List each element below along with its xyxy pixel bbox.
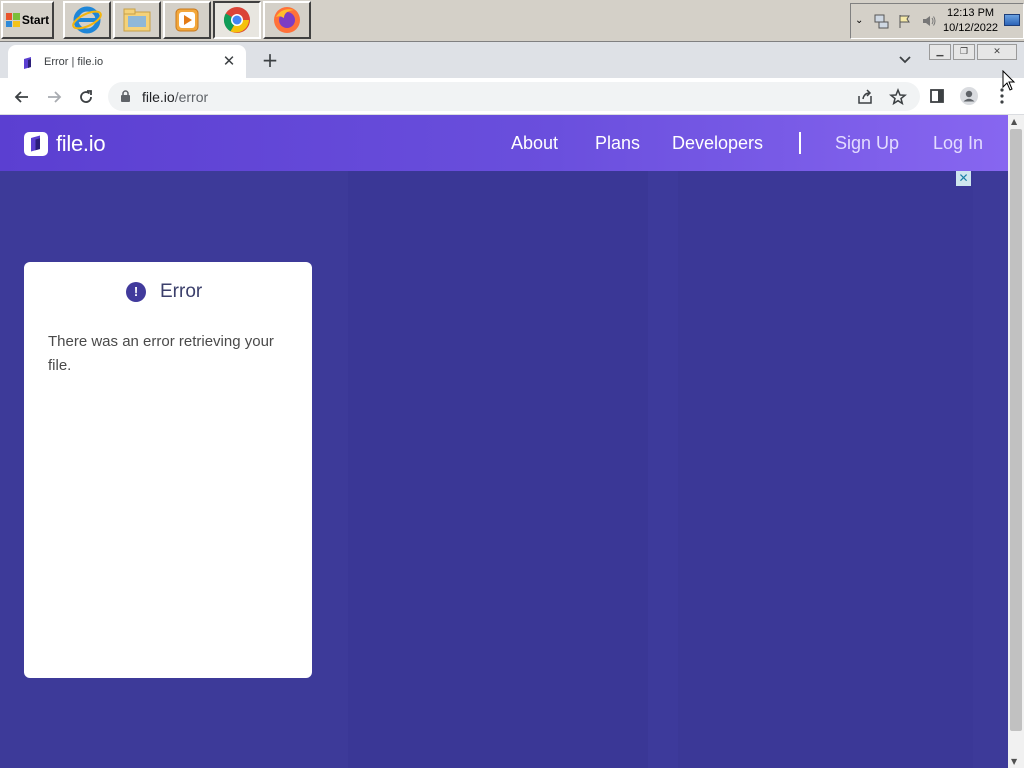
tab-close-icon[interactable]: ✕ [220,52,238,70]
error-card: ! Error There was an error retrieving yo… [24,262,312,678]
taskbar-firefox[interactable] [263,1,311,39]
taskbar-file-explorer[interactable] [113,1,161,39]
scroll-down-arrow-icon[interactable]: ▼ [1011,757,1017,766]
back-arrow-icon [14,91,28,103]
nav-plans-link[interactable]: Plans [595,133,640,154]
tab-active[interactable]: Error | file.io ✕ [8,45,246,78]
logo-text: file.io [56,131,106,156]
error-message: There was an error retrieving your file. [48,333,274,374]
ad-panel-background [348,171,648,768]
site-header: file.io About Plans Developers Sign Up L… [0,115,1008,171]
share-icon[interactable] [856,88,874,106]
volume-icon[interactable] [921,13,937,29]
new-tab-button[interactable]: + [259,50,281,72]
tab-title: Error | file.io [44,56,104,68]
scrollbar-thumb[interactable] [1010,129,1022,731]
scroll-up-arrow-icon[interactable]: ▲ [1011,117,1017,126]
media-player-icon [175,8,199,32]
error-title: Error [160,281,203,302]
nav-divider [799,132,801,154]
windows-flag-icon [5,13,20,27]
taskbar-internet-explorer[interactable] [63,1,111,39]
forward-arrow-icon [48,91,62,103]
ad-panel-background-2 [678,171,973,768]
clock-date: 10/12/2022 [943,22,999,34]
page-viewport: file.io About Plans Developers Sign Up L… [0,115,1008,768]
firefox-icon [274,7,300,33]
internet-explorer-icon [72,6,102,34]
start-button[interactable]: Start [1,1,54,39]
taskbar: Start ⌄ 12:13 PM 10/12/2022 [0,0,1024,42]
close-window-button[interactable]: ✕ [977,44,1017,60]
site-logo[interactable]: file.io [24,131,106,157]
nav-log-in-link[interactable]: Log In [933,133,983,154]
fileio-favicon-icon [24,57,31,69]
forward-button[interactable] [42,85,66,109]
lock-icon[interactable] [120,90,131,103]
nav-sign-up-link[interactable]: Sign Up [835,133,899,154]
ad-close-icon[interactable]: ✕ [956,171,971,186]
taskbar-chrome[interactable] [213,1,261,39]
side-panel-icon [930,89,944,103]
minimize-button[interactable]: ▁ [929,44,951,60]
url-text[interactable]: file.io/error [142,89,208,105]
profile-avatar-icon [960,87,978,105]
profile-button[interactable] [959,86,979,106]
error-exclamation-icon: ! [126,282,146,302]
start-label: Start [21,13,50,27]
restore-button[interactable]: ❐ [953,44,975,60]
nav-developers-link[interactable]: Developers [672,133,763,154]
bookmark-star-icon[interactable] [889,88,907,106]
reload-icon [80,90,92,103]
tab-strip: Error | file.io ✕ + ▁ ❐ ✕ [0,42,1024,78]
url-path: /error [174,89,209,105]
clock-time: 12:13 PM [946,7,995,19]
ad-panel-gap [648,171,678,768]
network-icon[interactable] [873,13,889,29]
tab-search-chevron-icon[interactable] [896,51,914,69]
back-button[interactable] [10,85,34,109]
chrome-icon [223,7,250,33]
nav-about-link[interactable]: About [511,133,558,154]
fileio-logo-icon [24,132,48,156]
action-center-flag-icon[interactable] [897,13,913,29]
reload-button[interactable] [74,85,98,109]
page-scrollbar[interactable]: ▲ ▼ [1008,115,1024,768]
url-host: file.io [142,89,175,105]
system-tray: ⌄ 12:13 PM 10/12/2022 [850,3,1024,39]
error-card-header: ! Error [126,281,202,303]
mouse-cursor-icon [1002,70,1016,91]
show-desktop-button[interactable] [1004,14,1020,26]
address-bar[interactable]: file.io/error [108,82,920,111]
tray-expand-icon[interactable]: ⌄ [855,15,863,26]
file-explorer-icon [123,8,151,32]
taskbar-clock[interactable]: 12:13 PM 10/12/2022 [943,6,998,36]
browser-toolbar: file.io/error [0,78,1024,115]
taskbar-media-player[interactable] [163,1,211,39]
side-panel-button[interactable] [927,86,947,106]
